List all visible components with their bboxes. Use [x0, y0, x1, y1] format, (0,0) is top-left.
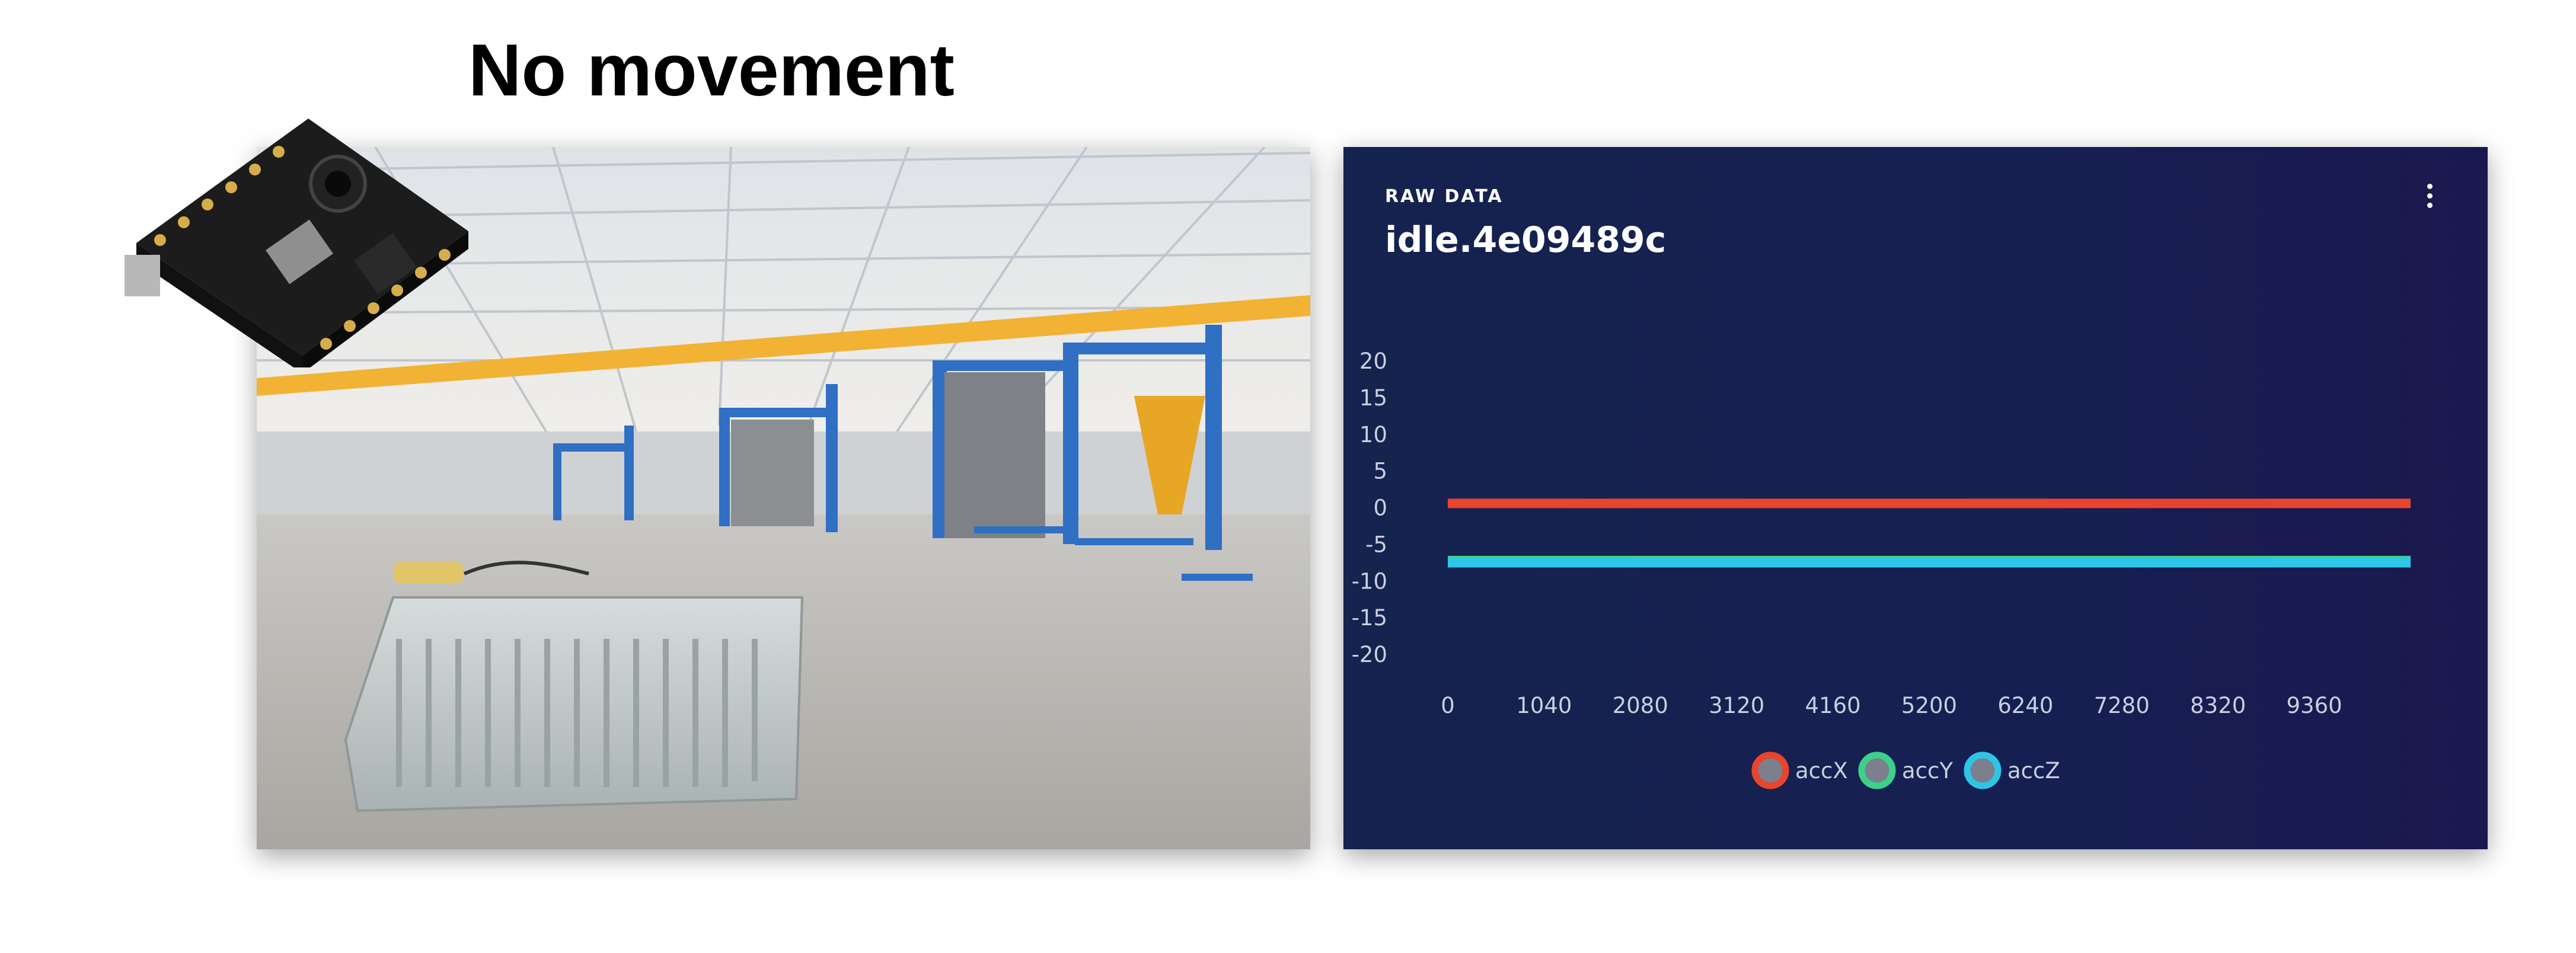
raw-data-panel: RAW DATA idle.4e09489c 20 15 10 5 0 -5 -10 -15-…: [1343, 147, 2488, 849]
x-tick-label: 5200: [1901, 693, 1957, 718]
y-tick-label: -20: [1352, 642, 1387, 667]
y-tick-label: -10: [1352, 568, 1387, 594]
y-tick-label: -5: [1365, 532, 1387, 557]
x-tick-label: 8320: [2190, 693, 2246, 718]
legend-marker-accZ[interactable]: [1964, 751, 2002, 789]
x-tick-label: 0: [1441, 693, 1455, 718]
x-tick-label: 1040: [1516, 693, 1572, 718]
y-tick-label: 15: [1359, 385, 1387, 411]
x-tick-label: 6240: [1997, 693, 2053, 718]
y-tick-label: 10: [1359, 422, 1387, 447]
microcontroller-board-image: [125, 119, 468, 367]
y-tick-label: 20: [1359, 348, 1387, 374]
raw-data-chart: 20 15 10 5 0 -5 -10 -15 -20 0 1040 2080 3120 4160 5200…: [1352, 348, 2411, 789]
x-tick-label: 7280: [2094, 693, 2150, 718]
y-tick-label: 5: [1373, 459, 1387, 484]
y-tick-label: 0: [1373, 495, 1387, 521]
x-tick-label: 2080: [1613, 693, 1668, 718]
x-tick-label: 4160: [1805, 693, 1861, 718]
legend-marker-accX[interactable]: [1751, 751, 1789, 789]
legend-label-accX[interactable]: accX: [1795, 758, 1848, 783]
x-tick-label: 9360: [2287, 693, 2342, 718]
legend-marker-accY[interactable]: [1858, 751, 1896, 789]
legend-label-accZ[interactable]: accZ: [2007, 758, 2060, 783]
x-tick-label: 3120: [1709, 693, 1764, 718]
page-heading: No movement: [468, 30, 955, 111]
y-tick-label: -15: [1352, 605, 1387, 631]
legend-label-accY[interactable]: accY: [1902, 758, 1953, 783]
